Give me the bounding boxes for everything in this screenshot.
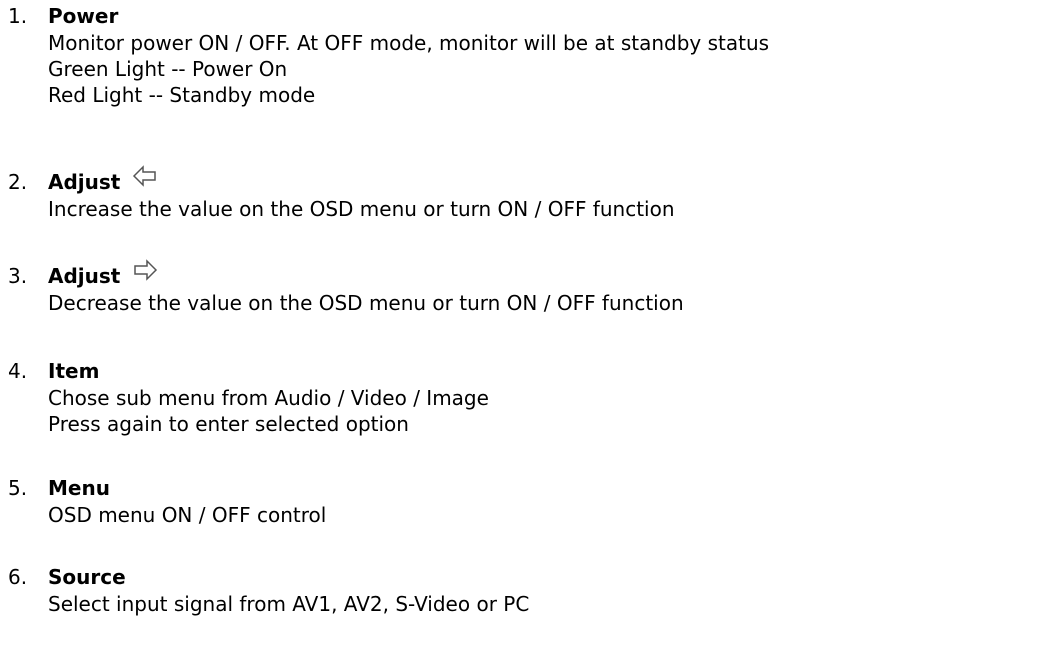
item-number: 3.	[8, 264, 28, 288]
item-title-row: Adjust	[48, 259, 158, 290]
item-number: 1.	[8, 4, 28, 28]
description-line: OSD menu ON / OFF control	[48, 503, 327, 527]
item-number: 6.	[8, 565, 28, 589]
description-line: Decrease the value on the OSD menu or tu…	[48, 291, 684, 315]
item-description: Chose sub menu from Audio / Video / Imag…	[48, 385, 489, 437]
description-line: Select input signal from AV1, AV2, S-Vid…	[48, 592, 530, 616]
item-title-row: Source	[48, 563, 126, 591]
item-description: OSD menu ON / OFF control	[48, 502, 326, 528]
item-description: Decrease the value on the OSD menu or tu…	[48, 290, 684, 316]
item-description: Select input signal from AV1, AV2, S-Vid…	[48, 591, 529, 617]
item-number: 4.	[8, 359, 28, 383]
item-number: 2.	[8, 170, 28, 194]
description-line: Green Light -- Power On	[48, 57, 288, 81]
item-title: Adjust	[48, 170, 121, 194]
item-description: Increase the value on the OSD menu or tu…	[48, 196, 675, 222]
left-arrow-outline-icon	[132, 164, 158, 190]
item-title-row: Menu	[48, 474, 110, 502]
item-title: Adjust	[48, 264, 121, 288]
item-title: Item	[48, 359, 100, 383]
item-title-row: Item	[48, 357, 99, 385]
item-title: Source	[48, 565, 126, 589]
right-arrow-outline-icon	[132, 258, 158, 284]
description-line: Monitor power ON / OFF. At OFF mode, mon…	[48, 31, 770, 55]
description-line: Red Light -- Standby mode	[48, 83, 316, 107]
item-title-row: Adjust	[48, 165, 158, 196]
item-title: Menu	[48, 476, 110, 500]
item-number: 5.	[8, 476, 28, 500]
description-line: Chose sub menu from Audio / Video / Imag…	[48, 386, 489, 410]
item-title-row: Power	[48, 2, 118, 30]
item-description: Monitor power ON / OFF. At OFF mode, mon…	[48, 30, 769, 108]
description-line: Increase the value on the OSD menu or tu…	[48, 197, 675, 221]
item-title: Power	[48, 4, 119, 28]
description-line: Press again to enter selected option	[48, 412, 409, 436]
